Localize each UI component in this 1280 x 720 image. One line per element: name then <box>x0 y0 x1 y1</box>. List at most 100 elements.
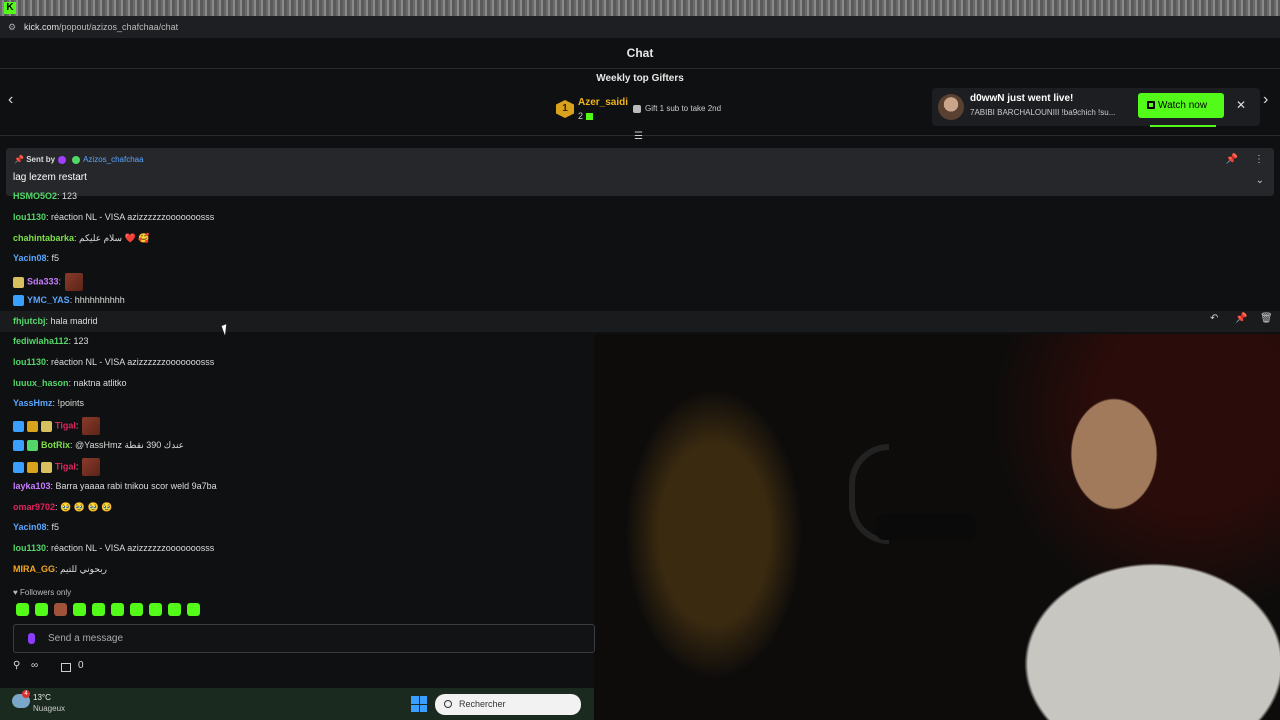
chat-username[interactable]: omar9702 <box>13 502 55 512</box>
chat-message[interactable]: luuux_hason: naktna atlitko <box>13 376 127 390</box>
gift-note[interactable]: Gift 1 sub to take 2nd <box>633 104 721 113</box>
more-options-icon[interactable]: ⋮ <box>1254 154 1264 165</box>
site-settings-icon[interactable]: ⚙ <box>8 16 16 38</box>
chat-username[interactable]: Yacin08 <box>13 253 47 263</box>
notification-title: d0wwN just went live! <box>970 93 1074 104</box>
chat-message[interactable]: omar9702: 🥹 🥹 🥹 🥹 <box>13 500 112 514</box>
chat-username[interactable]: layka103 <box>13 481 51 491</box>
user-badge-icon <box>27 461 38 473</box>
weather-condition: Nuageux <box>33 704 66 713</box>
chat-header: Chat <box>0 38 1280 69</box>
chat-message[interactable]: lou1130: réaction NL - VISA azizzzzzzooo… <box>13 541 214 555</box>
chat-username[interactable]: HSMO5O2 <box>13 191 57 201</box>
store-icon[interactable] <box>61 663 71 672</box>
chat-username[interactable]: Tigal <box>55 461 76 471</box>
gifters-title: Weekly top Gifters <box>596 73 684 84</box>
address-bar[interactable]: ⚙ kick.com/popout/azizos_chafchaa/chat <box>0 16 1280 38</box>
temperature: 13°C <box>33 693 51 702</box>
chat-username[interactable]: lou1130 <box>13 543 46 553</box>
chat-message[interactable]: HSMO5O2: 123 <box>13 191 77 203</box>
chat-username[interactable]: Yacin08 <box>13 522 47 532</box>
chat-text: : ربحوني للتيم <box>55 564 107 574</box>
chat-text: : réaction NL - VISA azizzzzzzooooooosss <box>46 212 215 222</box>
sunglasses <box>876 514 976 540</box>
gold-medal-icon: 1 <box>556 100 574 118</box>
weather-icon[interactable]: 4 <box>12 690 30 708</box>
verified-badge-icon <box>72 155 81 164</box>
mic-icon <box>28 633 35 644</box>
search-icon <box>444 700 452 708</box>
chat-text: : 123 <box>57 191 78 201</box>
chat-message[interactable]: Yacin08: f5 <box>13 520 59 534</box>
chat-message[interactable]: YassHmz: !points <box>13 396 84 410</box>
chat-username[interactable]: Sda333 <box>27 276 59 286</box>
chat-input[interactable]: Send a message <box>13 624 595 653</box>
emote-icon <box>92 603 105 616</box>
chat-text: : f5 <box>46 253 60 263</box>
chat-message[interactable]: fediwlaha112: 123 <box>13 334 89 348</box>
chat-message[interactable]: lou1130: réaction NL - VISA azizzzzzzooo… <box>13 210 214 224</box>
chat-message[interactable]: Sda333: <box>13 273 84 291</box>
user-badge-icon <box>13 461 24 473</box>
emote-bar[interactable] <box>16 603 206 621</box>
chevron-left-icon[interactable]: ‹ <box>8 91 13 109</box>
chat-message[interactable]: lou1130: réaction NL - VISA azizzzzzzooo… <box>13 355 214 369</box>
tv-icon <box>1147 101 1155 109</box>
kick-logo-icon: K <box>4 2 16 14</box>
chat-message[interactable]: MIRA_GG: ربحوني للتيم <box>13 562 107 576</box>
chat-message[interactable]: layka103: Barra yaaaa rabi tnikou scor w… <box>13 479 217 493</box>
points-count: 0 <box>78 660 84 671</box>
page-title: Chat <box>626 46 654 60</box>
chat-username[interactable]: luuux_hason <box>13 378 69 388</box>
chat-username[interactable]: MIRA_GG <box>13 564 55 574</box>
browser-tabstrip: K <box>0 0 1280 16</box>
chat-text: : hala madrid <box>45 316 98 326</box>
share-icon[interactable]: ⚲ <box>13 660 20 671</box>
taskbar-search[interactable]: Rechercher <box>435 694 581 715</box>
chat-username[interactable]: fediwlaha112 <box>13 336 69 346</box>
close-icon[interactable]: ✕ <box>1236 98 1246 112</box>
mic-badge-icon <box>58 155 67 164</box>
collapse-icon[interactable]: ☰ <box>634 131 643 142</box>
chat-username[interactable]: YMC_YAS <box>27 295 70 305</box>
emote-image <box>82 458 101 476</box>
chat-message[interactable]: Tigal: <box>13 458 101 476</box>
emote-icon <box>54 603 67 616</box>
user-badge-icon <box>13 295 24 307</box>
chat-message[interactable]: YMC_YAS: hhhhhhhhhh <box>13 293 125 307</box>
chat-username[interactable]: lou1130 <box>13 357 46 367</box>
chat-username[interactable]: YassHmz <box>13 398 53 408</box>
user-badge-icon <box>13 420 24 432</box>
pin-icon[interactable]: 📌 <box>1226 154 1238 165</box>
chat-message[interactable]: fhjutcbj: hala madrid <box>13 314 98 328</box>
chat-text: : f5 <box>46 522 60 532</box>
pinned-username[interactable]: Azizos_chafchaa <box>83 155 143 164</box>
user-badge-icon <box>27 440 38 452</box>
watch-now-button[interactable]: Watch now <box>1138 93 1224 118</box>
chat-text: : Barra yaaaa rabi tnikou scor weld 9a7b… <box>50 481 217 491</box>
chevron-down-icon[interactable]: ⌄ <box>1256 175 1264 186</box>
pinned-text: lag lezem restart <box>13 172 87 183</box>
chat-message[interactable]: chahintabarka: سلام عليكم ❤️ 🥰 <box>13 231 149 245</box>
chat-username[interactable]: chahintabarka <box>13 233 74 243</box>
chat-username[interactable]: Tigal <box>55 420 76 430</box>
avatar <box>938 94 964 120</box>
chat-username[interactable]: fhjutcbj <box>13 316 46 326</box>
user-badge-icon <box>13 440 24 452</box>
chat-text: : @YassHmz عندك 390 نقطة <box>70 440 185 450</box>
pinned-message: 📌 Sent by Azizos_chafchaa lag lezem resta… <box>6 148 1274 196</box>
emote-icon <box>111 603 124 616</box>
progress-bar <box>1150 125 1216 127</box>
chat-message[interactable]: BotRix: @YassHmz عندك 390 نقطة <box>13 438 184 452</box>
chat-username[interactable]: lou1130 <box>13 212 46 222</box>
chevron-right-icon[interactable]: › <box>1263 91 1268 109</box>
followers-only-label: ♥ Followers only <box>13 588 72 597</box>
emote-image <box>82 417 101 435</box>
chat-message[interactable]: Tigal: <box>13 417 101 435</box>
windows-start-icon[interactable] <box>411 696 427 712</box>
chat-message[interactable]: Yacin08: f5 <box>13 251 59 265</box>
chat-username[interactable]: BotRix <box>41 440 70 450</box>
chat-text: : <box>58 276 62 287</box>
top-gifter-name[interactable]: Azer_saidi <box>578 97 628 108</box>
notification-subtitle: 7ABIBI BARCHALOUNIII !ba9chich !su... <box>970 108 1116 117</box>
